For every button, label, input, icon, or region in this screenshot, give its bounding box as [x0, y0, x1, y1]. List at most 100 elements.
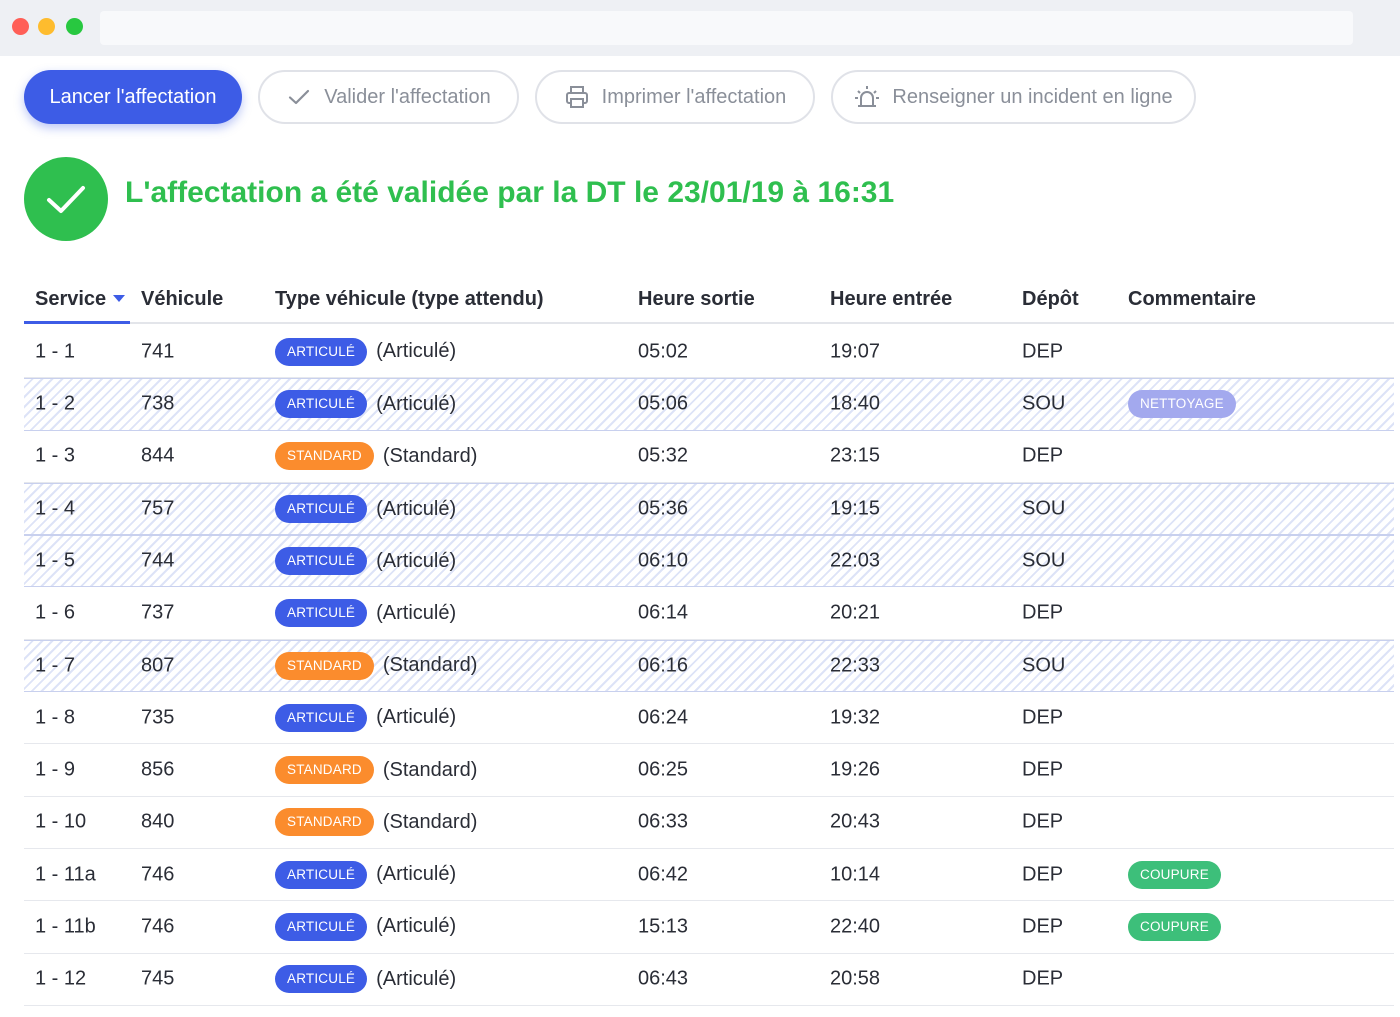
sort-indicator-underline [24, 321, 130, 324]
column-header-out[interactable]: Heure sortie [638, 288, 755, 311]
depot-cell: SOU [1022, 654, 1066, 677]
vehicle-cell: 745 [141, 967, 175, 990]
return-time-cell: 19:15 [830, 497, 881, 520]
table-row[interactable]: 1 - 3 844 STANDARD (Standard) 05:32 23:15 DEP [24, 431, 1394, 483]
departure-time-cell: 06:14 [638, 601, 689, 624]
window-titlebar [0, 0, 1400, 56]
table-row[interactable]: 1 - 5 744 ARTICULÉ (Articulé) 06:10 22:03 SOU [24, 535, 1394, 588]
column-header-comment[interactable]: Commentaire [1128, 288, 1256, 311]
departure-time-cell: 06:10 [638, 549, 689, 572]
table-row[interactable]: 1 - 7 807 STANDARD (Standard) 06:16 22:33 SOU [24, 639, 1394, 693]
depot-cell: DEP [1022, 863, 1064, 886]
service-cell: 1 - 10 [35, 810, 87, 833]
service-cell: 1 - 11b [35, 915, 96, 938]
table-row[interactable]: 1 - 9 856 STANDARD (Standard) 06:25 19:26 DEP [24, 744, 1394, 797]
column-header-depot[interactable]: Dépôt [1022, 288, 1079, 311]
return-time-cell: 20:21 [830, 601, 881, 624]
depot-cell: SOU [1022, 392, 1066, 415]
service-cell: 1 - 11a [35, 863, 96, 886]
service-cell: 1 - 4 [35, 497, 76, 520]
return-time-cell: 22:33 [830, 654, 881, 677]
launch-assignment-button[interactable]: Lancer l'affectation [24, 70, 242, 124]
validate-assignment-label: Valider l'affectation [324, 85, 491, 108]
return-time-cell: 22:03 [830, 549, 881, 572]
comment-cell: COUPURE [1128, 912, 1221, 941]
return-time-cell: 10:14 [830, 863, 881, 886]
departure-time-cell: 05:32 [638, 444, 689, 467]
table-row[interactable]: 1 - 10 840 STANDARD (Standard) 06:33 20:43 DEP [24, 797, 1394, 849]
vehicle-type-cell: ARTICULÉ (Articulé) [275, 703, 456, 732]
table-row[interactable]: 1 - 11a 746 ARTICULÉ (Articulé) 06:42 10:14 DE… [24, 849, 1394, 902]
vehicle-type-cell: ARTICULÉ (Articulé) [275, 337, 456, 366]
vehicle-type-cell: ARTICULÉ (Articulé) [275, 547, 456, 576]
expected-type-label: (Articulé) [376, 392, 457, 415]
vehicle-type-badge: ARTICULÉ [275, 337, 368, 366]
departure-time-cell: 15:13 [638, 915, 689, 938]
vehicle-cell: 738 [141, 392, 175, 415]
depot-cell: DEP [1022, 340, 1064, 363]
maximize-window-button[interactable] [66, 18, 83, 35]
address-bar[interactable] [100, 11, 1353, 45]
comment-cell: COUPURE [1128, 860, 1221, 889]
depot-cell: SOU [1022, 497, 1066, 520]
service-cell: 1 - 12 [35, 967, 87, 990]
depot-cell: DEP [1022, 706, 1064, 729]
service-cell: 1 - 5 [35, 549, 76, 572]
return-time-cell: 19:07 [830, 340, 881, 363]
vehicle-type-cell: STANDARD (Standard) [275, 808, 477, 837]
service-cell: 1 - 9 [35, 758, 76, 781]
table-row[interactable]: 1 - 12 745 ARTICULÉ (Articulé) 06:43 20:58 DEP [24, 954, 1394, 1006]
vehicle-type-cell: ARTICULÉ (Articulé) [275, 912, 457, 941]
launch-assignment-label: Lancer l'affectation [49, 85, 217, 108]
comment-badge[interactable]: COUPURE [1128, 912, 1221, 941]
table-row[interactable]: 1 - 6 737 ARTICULÉ (Articulé) 06:14 20:21 DEP [24, 587, 1394, 640]
caret-down-icon [113, 295, 126, 302]
table-body: 1 - 1 741 ARTICULÉ (Articulé) 05:02 19:07 DEP 1… [24, 326, 1394, 1006]
expected-type-label: (Standard) [382, 444, 478, 467]
report-incident-label: Renseigner un incident en ligne [892, 85, 1173, 108]
return-time-cell: 23:15 [830, 444, 881, 467]
column-header-in[interactable]: Heure entrée [830, 288, 952, 311]
column-header-type[interactable]: Type véhicule (type attendu) [275, 288, 544, 311]
table-row[interactable]: 1 - 8 735 ARTICULÉ (Articulé) 06:24 19:32 DEP [24, 692, 1394, 745]
depot-cell: DEP [1022, 810, 1064, 833]
comment-badge[interactable]: COUPURE [1128, 860, 1221, 889]
table-row[interactable]: 1 - 4 757 ARTICULÉ (Articulé) 05:36 19:15 SOU [24, 482, 1394, 536]
vehicle-cell: 746 [141, 915, 175, 938]
vehicle-cell: 840 [141, 810, 175, 833]
minimize-window-button[interactable] [38, 18, 55, 35]
service-cell: 1 - 1 [35, 340, 76, 363]
column-header-vehicle[interactable]: Véhicule [141, 288, 223, 311]
validate-assignment-button[interactable]: Valider l'affectation [258, 70, 519, 124]
service-cell: 1 - 7 [35, 654, 76, 677]
return-time-cell: 19:32 [830, 706, 881, 729]
departure-time-cell: 05:36 [638, 497, 689, 520]
return-time-cell: 19:26 [830, 758, 881, 781]
expected-type-label: (Articulé) [376, 601, 457, 624]
column-header-service[interactable]: Service [35, 288, 126, 311]
vehicle-type-badge: STANDARD [275, 442, 374, 471]
validation-status-message: L'affectation a été validée par la DT le… [125, 176, 895, 209]
departure-time-cell: 06:42 [638, 863, 689, 886]
departure-time-cell: 06:25 [638, 758, 689, 781]
vehicle-type-cell: ARTICULÉ (Articulé) [275, 860, 456, 889]
table-row[interactable]: 1 - 2 738 ARTICULÉ (Articulé) 05:06 18:40 SOU N… [24, 378, 1394, 431]
departure-time-cell: 05:02 [638, 340, 689, 363]
vehicle-type-badge: ARTICULÉ [275, 495, 368, 524]
close-window-button[interactable] [12, 18, 29, 35]
table-header: Service Véhicule Type véhicule (type att… [24, 276, 1394, 324]
comment-badge[interactable]: NETTOYAGE [1128, 390, 1236, 419]
depot-cell: DEP [1022, 915, 1064, 938]
vehicle-cell: 844 [141, 444, 175, 467]
table-row[interactable]: 1 - 11b 746 ARTICULÉ (Articulé) 15:13 22:40 DE… [24, 901, 1394, 954]
report-incident-button[interactable]: Renseigner un incident en ligne [831, 70, 1196, 124]
return-time-cell: 18:40 [830, 392, 881, 415]
expected-type-label: (Articulé) [376, 497, 457, 520]
print-assignment-button[interactable]: Imprimer l'affectation [535, 70, 815, 124]
table-row[interactable]: 1 - 1 741 ARTICULÉ (Articulé) 05:02 19:07 DEP [24, 326, 1394, 379]
vehicle-type-badge: ARTICULÉ [275, 703, 368, 732]
vehicle-type-badge: STANDARD [275, 651, 374, 680]
vehicle-cell: 856 [141, 758, 175, 781]
printer-icon [564, 84, 590, 110]
expected-type-label: (Articulé) [376, 915, 457, 938]
